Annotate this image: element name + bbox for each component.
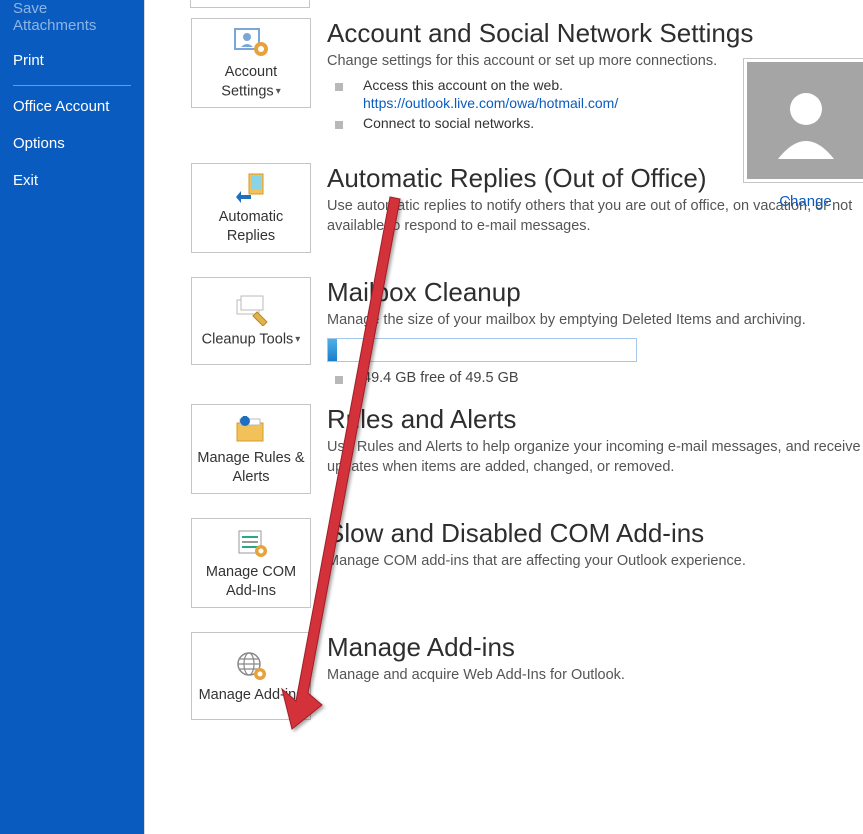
account-settings-tile[interactable]: Account Settings▾: [191, 18, 311, 108]
storage-progress-bar: [327, 338, 637, 362]
manage-rules-label: Manage Rules & Alerts: [196, 449, 306, 487]
manage-com-addins-tile[interactable]: Manage COM Add-Ins: [191, 518, 311, 608]
account-settings-icon: [231, 27, 271, 59]
sidebar-item-save-attachments[interactable]: Save Attachments: [0, 0, 144, 42]
cleanup-tools-icon: [231, 294, 271, 326]
mailbox-cleanup-desc: Manage the size of your mailbox by empty…: [327, 310, 863, 330]
bullet-icon: [335, 376, 343, 384]
manage-rules-tile[interactable]: Manage Rules & Alerts: [191, 404, 311, 494]
sidebar-item-print[interactable]: Print: [0, 42, 144, 79]
owa-link[interactable]: https://outlook.live.com/owa/hotmail.com…: [363, 95, 618, 111]
profile-photo-block: Change: [743, 58, 863, 210]
bullet-icon: [335, 83, 343, 91]
change-photo-link[interactable]: Change: [743, 193, 863, 210]
add-account-button-partial[interactable]: [190, 0, 310, 8]
cleanup-tools-label: Cleanup Tools▾: [202, 330, 301, 349]
rules-alerts-icon: [231, 413, 271, 445]
manage-addins-desc: Manage and acquire Web Add-Ins for Outlo…: [327, 665, 863, 685]
rules-alerts-heading: Rules and Alerts: [327, 404, 863, 435]
com-addins-icon: [231, 527, 271, 559]
web-access-text: Access this account on the web.: [363, 77, 618, 93]
manage-com-addins-label: Manage COM Add-Ins: [196, 563, 306, 601]
rules-alerts-desc: Use Rules and Alerts to help organize yo…: [327, 437, 863, 477]
sidebar-item-exit[interactable]: Exit: [0, 162, 144, 199]
account-settings-label: Account Settings▾: [196, 63, 306, 101]
file-sidebar: Save Attachments Print Office Account Op…: [0, 0, 144, 834]
profile-photo-placeholder: [747, 62, 863, 179]
cleanup-tools-tile[interactable]: Cleanup Tools▾: [191, 277, 311, 365]
manage-addins-label: Manage Add-ins: [199, 686, 304, 705]
com-addins-desc: Manage COM add-ins that are affecting yo…: [327, 551, 863, 571]
social-networks-text: Connect to social networks.: [363, 115, 534, 131]
dropdown-caret-icon: ▾: [295, 334, 300, 345]
automatic-replies-icon: [231, 172, 271, 204]
manage-addins-heading: Manage Add-ins: [327, 632, 863, 663]
bullet-icon: [335, 121, 343, 129]
profile-photo-frame: [743, 58, 863, 183]
automatic-replies-tile[interactable]: Automatic Replies: [191, 163, 311, 253]
com-addins-heading: Slow and Disabled COM Add-ins: [327, 518, 863, 549]
account-settings-heading: Account and Social Network Settings: [327, 18, 863, 49]
sidebar-item-office-account[interactable]: Office Account: [0, 88, 144, 125]
addins-icon: [231, 650, 271, 682]
sidebar-item-options[interactable]: Options: [0, 125, 144, 162]
storage-progress-fill: [328, 339, 337, 361]
manage-addins-tile[interactable]: Manage Add-ins: [191, 632, 311, 720]
dropdown-caret-icon: ▾: [276, 86, 281, 97]
automatic-replies-label: Automatic Replies: [196, 208, 306, 246]
mailbox-cleanup-heading: Mailbox Cleanup: [327, 277, 863, 308]
storage-text: 49.4 GB free of 49.5 GB: [363, 370, 519, 386]
sidebar-separator: [13, 85, 131, 86]
